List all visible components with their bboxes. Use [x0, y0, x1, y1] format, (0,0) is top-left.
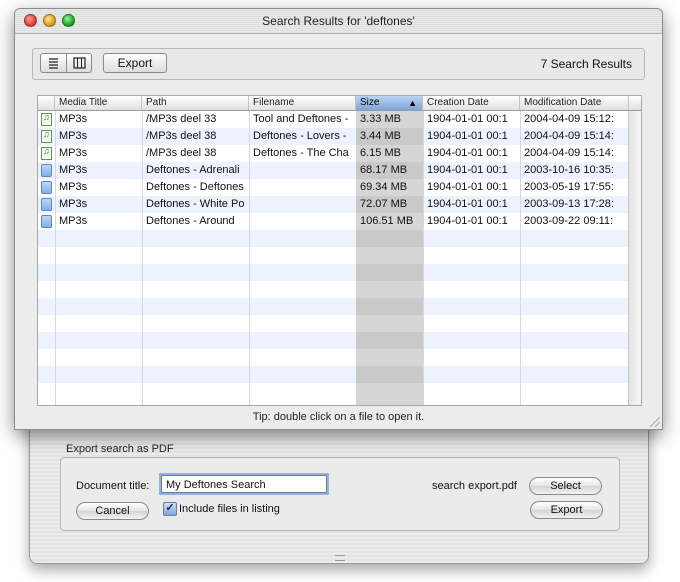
cell-media-title: MP3s — [59, 181, 88, 193]
cell-media-title: MP3s — [59, 147, 88, 159]
resize-grip-icon[interactable] — [650, 417, 660, 427]
cell-modification-date: 2003-10-16 10:35: — [524, 164, 614, 176]
column-header-filename[interactable]: Filename — [249, 96, 356, 110]
document-title-label: Document title: — [76, 480, 150, 492]
cell-filename: Deftones - Lovers - — [253, 130, 347, 142]
cell-filename — [249, 196, 356, 213]
tip-text: Tip: double click on a file to open it. — [252, 411, 425, 423]
cell-path: /MP3s deel 33 — [146, 113, 217, 125]
select-button[interactable]: Select — [529, 477, 602, 495]
cell-path: Deftones - Around — [146, 215, 235, 227]
column-header-path[interactable]: Path — [142, 96, 249, 110]
cell-filename: Tool and Deftones - — [253, 113, 349, 125]
table-rows: MP3s/MP3s deel 33 Tool and Deftones - 3.33… — [38, 111, 641, 405]
view-mode-group — [40, 53, 92, 73]
cell-media-title: MP3s — [59, 215, 88, 227]
export-pdf-button[interactable]: Export — [530, 501, 603, 519]
table-row[interactable]: MP3s Deftones - Deftones 69.34 MB 1904-01-0… — [38, 179, 641, 196]
title-bar[interactable]: Search Results for 'deftones' — [15, 9, 662, 34]
results-table: Media Title Path Filename Size ▲ Creatio… — [37, 95, 642, 406]
column-header-size-label: Size — [360, 97, 380, 108]
cell-filename — [249, 162, 356, 179]
folder-icon — [41, 215, 52, 228]
list-icon[interactable] — [41, 54, 67, 72]
window-title: Search Results for 'deftones' — [262, 14, 415, 28]
table-header: Media Title Path Filename Size ▲ Creatio… — [38, 96, 641, 111]
cell-size: 3.33 MB — [360, 113, 401, 125]
cancel-button[interactable]: Cancel — [76, 502, 149, 520]
include-files-checkbox[interactable]: ✓ — [163, 502, 177, 516]
cell-filename — [249, 179, 356, 196]
column-header-media-title[interactable]: Media Title — [55, 96, 142, 110]
cell-creation-date: 1904-01-01 00:1 — [427, 198, 508, 210]
sheet-resize-grip[interactable] — [335, 555, 345, 561]
column-header-modification-date[interactable]: Modification Date — [520, 96, 629, 110]
export-file-name: search export.pdf — [432, 480, 517, 492]
column-header-size[interactable]: Size ▲ — [356, 96, 423, 110]
cell-modification-date: 2004-04-09 15:14: — [524, 130, 614, 142]
icon-column-header[interactable] — [38, 96, 55, 110]
export-button[interactable]: Export — [103, 53, 167, 73]
sort-ascending-icon: ▲ — [408, 98, 417, 108]
cell-modification-date: 2003-09-22 09:11: — [524, 215, 614, 227]
folder-icon — [41, 198, 52, 211]
mp3-file-icon — [41, 112, 52, 126]
cell-filename — [249, 213, 356, 230]
cell-creation-date: 1904-01-01 00:1 — [427, 147, 508, 159]
table-row[interactable]: MP3s Deftones - White Po 72.07 MB 1904-01-0… — [38, 196, 641, 213]
cell-media-title: MP3s — [59, 164, 88, 176]
cell-size: 6.15 MB — [360, 147, 401, 159]
search-results-window: Search Results for 'deftones' Export 7 S… — [14, 8, 663, 430]
cell-size: 69.34 MB — [360, 181, 408, 193]
results-count: 7 Search Results — [540, 57, 632, 71]
cell-creation-date: 1904-01-01 00:1 — [427, 130, 508, 142]
vertical-scrollbar[interactable] — [628, 111, 641, 405]
table-row[interactable]: MP3s Deftones - Around 106.51 MB 1904-01-01… — [38, 213, 641, 230]
cell-modification-date: 2003-05-19 17:55: — [524, 181, 614, 193]
cell-path: /MP3s deel 38 — [146, 147, 217, 159]
column-header-creation-date[interactable]: Creation Date — [423, 96, 520, 110]
cell-size: 3.44 MB — [360, 130, 401, 142]
cell-media-title: MP3s — [59, 198, 88, 210]
checkmark-icon: ✓ — [165, 502, 175, 514]
folder-icon — [41, 181, 52, 194]
cell-media-title: MP3s — [59, 130, 88, 142]
toolbar: Export 7 Search Results — [32, 48, 645, 80]
cell-filename: Deftones - The Cha — [253, 147, 349, 159]
table-row[interactable]: MP3s/MP3s deel 38 Deftones - Lovers - 3.44… — [38, 128, 641, 145]
table-row[interactable]: MP3s Deftones - Adrenali 68.17 MB 1904-01-0… — [38, 162, 641, 179]
export-pdf-group-title: Export search as PDF — [66, 443, 174, 455]
include-files-label: Include files in listing — [179, 503, 280, 515]
table-row[interactable]: MP3s/MP3s deel 38 Deftones - The Cha 6.15 … — [38, 145, 641, 162]
cell-path: /MP3s deel 38 — [146, 130, 217, 142]
cell-modification-date: 2004-04-09 15:14: — [524, 147, 614, 159]
cell-size: 68.17 MB — [360, 164, 408, 176]
table-row[interactable]: MP3s/MP3s deel 33 Tool and Deftones - 3.33… — [38, 111, 641, 128]
cell-size: 106.51 MB — [360, 215, 414, 227]
mp3-file-icon — [41, 129, 52, 143]
cell-creation-date: 1904-01-01 00:1 — [427, 113, 508, 125]
cell-size: 72.07 MB — [360, 198, 408, 210]
document-title-field[interactable]: My Deftones Search — [161, 475, 327, 493]
cell-modification-date: 2004-04-09 15:12: — [524, 113, 614, 125]
cell-path: Deftones - Adrenali — [146, 164, 240, 176]
cell-path: Deftones - Deftones — [146, 181, 244, 193]
cell-creation-date: 1904-01-01 00:1 — [427, 215, 508, 227]
cell-media-title: MP3s — [59, 113, 88, 125]
cell-modification-date: 2003-09-13 17:28: — [524, 198, 614, 210]
folder-icon — [41, 164, 52, 177]
cell-creation-date: 1904-01-01 00:1 — [427, 181, 508, 193]
columns-icon[interactable] — [67, 54, 92, 72]
mp3-file-icon — [41, 146, 52, 160]
cell-path: Deftones - White Po — [146, 198, 245, 210]
cell-creation-date: 1904-01-01 00:1 — [427, 164, 508, 176]
